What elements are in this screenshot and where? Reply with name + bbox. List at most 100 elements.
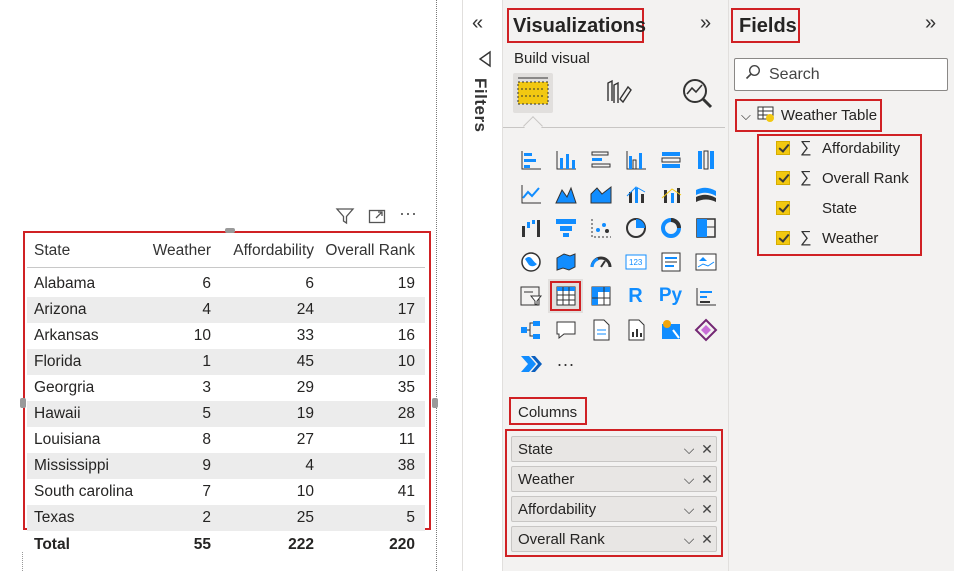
line-stacked-column-icon[interactable]: [653, 177, 688, 211]
analytics-tab[interactable]: [678, 73, 718, 113]
line-clustered-column-icon[interactable]: [618, 177, 653, 211]
table-row[interactable]: Florida 1 45 10: [27, 349, 425, 375]
chevron-down-icon[interactable]: ⌵: [741, 108, 751, 124]
build-visual-tab[interactable]: [513, 73, 553, 113]
smart-narrative-icon[interactable]: [583, 313, 618, 347]
clustered-bar-chart-icon[interactable]: [583, 143, 618, 177]
filter-funnel-icon: [476, 50, 494, 68]
area-chart-icon[interactable]: [548, 177, 583, 211]
table-visual[interactable]: State Weather Affordability Overall Rank…: [27, 234, 425, 531]
table-row[interactable]: South carolina 7 10 41: [27, 479, 425, 505]
filled-map-icon[interactable]: [548, 245, 583, 279]
chevron-down-icon[interactable]: ⌵: [680, 471, 698, 488]
more-visuals-icon[interactable]: ···: [548, 347, 583, 381]
field-item-overall-rank[interactable]: ∑ Overall Rank: [776, 167, 909, 189]
field-item-affordability[interactable]: ∑ Affordability: [776, 137, 900, 159]
expand-chevron-icon[interactable]: »: [925, 12, 936, 35]
column-header-overall-rank[interactable]: Overall Rank: [316, 242, 419, 260]
key-influencers-icon[interactable]: [688, 279, 723, 313]
checkbox-checked[interactable]: [776, 171, 790, 185]
table-row[interactable]: Alabama 6 6 19: [27, 271, 425, 297]
pie-chart-icon[interactable]: [618, 211, 653, 245]
table-visual-icon[interactable]: [548, 279, 583, 313]
column-header-affordability[interactable]: Affordability: [213, 242, 316, 260]
fields-search-input[interactable]: Search: [734, 58, 948, 91]
more-options-icon[interactable]: ···: [399, 204, 419, 226]
checkbox-checked[interactable]: [776, 201, 790, 215]
table-row[interactable]: Mississippi 9 4 38: [27, 453, 425, 479]
checkbox-checked[interactable]: [776, 231, 790, 245]
weather-table-node[interactable]: ⌵ Weather Table: [735, 99, 882, 132]
field-item-state[interactable]: State: [776, 197, 857, 219]
sigma-icon: ∑: [800, 169, 812, 186]
table-row[interactable]: Louisiana 8 27 11: [27, 427, 425, 453]
power-automate-icon[interactable]: [513, 347, 548, 381]
table-row[interactable]: Texas 2 25 5: [27, 505, 425, 531]
decomposition-tree-icon[interactable]: [513, 313, 548, 347]
chevron-down-icon[interactable]: ⌵: [680, 441, 698, 458]
column-field-overall-rank[interactable]: Overall Rank ⌵ ✕: [511, 526, 717, 552]
collapse-chevron-icon[interactable]: «: [472, 12, 483, 35]
donut-chart-icon[interactable]: [653, 211, 688, 245]
checkbox-checked[interactable]: [776, 141, 790, 155]
stacked-bar-chart-icon[interactable]: [513, 143, 548, 177]
remove-icon[interactable]: ✕: [698, 531, 716, 548]
cell-state: Florida: [34, 353, 82, 370]
waterfall-chart-icon[interactable]: [513, 211, 548, 245]
column-header-state[interactable]: State: [27, 242, 147, 260]
treemap-icon[interactable]: [688, 211, 723, 245]
remove-icon[interactable]: ✕: [698, 441, 716, 458]
format-visual-tab[interactable]: [598, 73, 638, 113]
stacked-column-chart-icon[interactable]: [548, 143, 583, 177]
filter-icon[interactable]: [335, 206, 355, 226]
card-icon[interactable]: 123: [618, 245, 653, 279]
cell-overall-rank: 16: [397, 327, 415, 344]
100-stacked-column-icon[interactable]: [688, 143, 723, 177]
chevron-down-icon[interactable]: ⌵: [680, 531, 698, 548]
stacked-area-chart-icon[interactable]: [583, 177, 618, 211]
kpi-icon[interactable]: [688, 245, 723, 279]
column-field-affordability[interactable]: Affordability ⌵ ✕: [511, 496, 717, 522]
power-apps-icon[interactable]: [688, 313, 723, 347]
ribbon-chart-icon[interactable]: [688, 177, 723, 211]
multi-row-card-icon[interactable]: [653, 245, 688, 279]
remove-icon[interactable]: ✕: [698, 501, 716, 518]
column-field-state[interactable]: State ⌵ ✕: [511, 436, 717, 462]
remove-icon[interactable]: ✕: [698, 471, 716, 488]
total-weather: 55: [193, 536, 211, 553]
resize-handle-top[interactable]: [225, 228, 235, 233]
cell-weather: 1: [202, 353, 211, 370]
table-row[interactable]: Arizona 4 24 17: [27, 297, 425, 323]
line-chart-icon[interactable]: [513, 177, 548, 211]
funnel-chart-icon[interactable]: [548, 211, 583, 245]
cell-affordability: 10: [296, 483, 314, 500]
chevron-down-icon[interactable]: ⌵: [680, 501, 698, 518]
focus-mode-icon[interactable]: [367, 206, 387, 226]
cell-weather: 6: [202, 275, 211, 292]
python-visual-icon[interactable]: Py: [653, 279, 688, 313]
100-stacked-bar-icon[interactable]: [653, 143, 688, 177]
table-icon: [757, 106, 775, 126]
column-field-label: Affordability: [518, 500, 597, 518]
column-header-weather[interactable]: Weather: [147, 242, 213, 260]
expand-chevron-icon[interactable]: »: [700, 12, 711, 35]
scatter-chart-icon[interactable]: [583, 211, 618, 245]
qa-visual-icon[interactable]: [548, 313, 583, 347]
table-row[interactable]: Arkansas 10 33 16: [27, 323, 425, 349]
resize-handle-left[interactable]: [20, 398, 26, 408]
column-field-weather[interactable]: Weather ⌵ ✕: [511, 466, 717, 492]
filters-label[interactable]: Filters: [470, 78, 490, 133]
resize-handle-right[interactable]: [432, 398, 438, 408]
gauge-icon[interactable]: [583, 245, 618, 279]
field-item-weather[interactable]: ∑ Weather: [776, 227, 878, 249]
map-icon[interactable]: [513, 245, 548, 279]
matrix-icon[interactable]: [583, 279, 618, 313]
slicer-icon[interactable]: [513, 279, 548, 313]
table-row[interactable]: Hawaii 5 19 28: [27, 401, 425, 427]
total-affordability: 222: [288, 536, 314, 553]
table-row[interactable]: Georgria 3 29 35: [27, 375, 425, 401]
r-script-visual-icon[interactable]: R: [618, 279, 653, 313]
clustered-column-chart-icon[interactable]: [618, 143, 653, 177]
azure-map-icon[interactable]: [653, 313, 688, 347]
paginated-report-icon[interactable]: [618, 313, 653, 347]
